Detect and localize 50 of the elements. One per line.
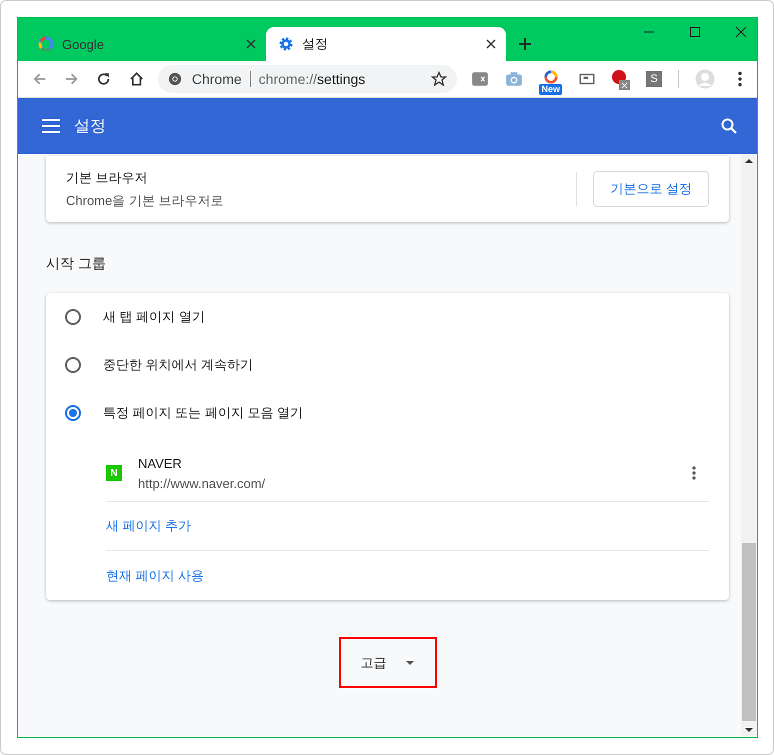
setting-title: 기본 브라우저: [66, 168, 149, 186]
radio-label: 특정 페이지 또는 페이지 모음 열기: [103, 404, 304, 422]
text-link[interactable]: 현재 페이지 사용: [106, 566, 204, 584]
more-vert-icon[interactable]: [691, 465, 697, 481]
tab-title: 설정: [302, 35, 329, 53]
close-icon[interactable]: [246, 39, 256, 49]
back-arrow-icon[interactable]: [32, 71, 48, 87]
advanced-button[interactable]: 고급: [338, 637, 436, 688]
browser-tab[interactable]: Google: [26, 27, 266, 61]
radio-button[interactable]: [65, 405, 81, 421]
tab-title: Google: [62, 36, 105, 52]
page-title: 설정: [74, 116, 107, 136]
menu-icon[interactable]: [42, 119, 60, 133]
text-link[interactable]: 새 페이지 추가: [106, 517, 192, 535]
maximize-icon[interactable]: [689, 26, 701, 38]
radio-label: 중단한 위치에서 계속하기: [103, 356, 254, 374]
site-label: Chrome: [192, 71, 242, 87]
page-url: http://www.naver.com/: [138, 476, 266, 490]
search-icon[interactable]: [721, 118, 737, 134]
chrome-logo-icon: [168, 72, 182, 86]
site-favicon: N: [106, 465, 122, 481]
color-ring-icon[interactable]: [544, 70, 558, 84]
forward-arrow-icon[interactable]: [64, 71, 80, 87]
reload-icon[interactable]: [96, 71, 112, 87]
url-text: chrome://settings: [258, 71, 366, 87]
page-name: NAVER: [138, 456, 183, 470]
new-badge: New: [539, 84, 562, 94]
radio-button[interactable]: [65, 309, 81, 325]
new-tab-icon[interactable]: [518, 37, 532, 51]
close-icon[interactable]: [486, 39, 496, 49]
gear-icon: [278, 36, 294, 52]
radio-button[interactable]: [65, 357, 81, 373]
close-icon[interactable]: [735, 26, 747, 38]
scroll-up-icon[interactable]: [745, 158, 753, 164]
radio-label: 새 탭 페이지 열기: [103, 308, 205, 326]
scrollbar[interactable]: [741, 154, 757, 737]
setting-description: Chrome을 기본 브라우저로: [66, 192, 224, 210]
blocked-extension-icon[interactable]: [612, 70, 630, 88]
bookmark-star-icon[interactable]: [431, 71, 448, 87]
home-icon[interactable]: [128, 71, 144, 87]
extension-icon[interactable]: [471, 70, 490, 88]
google-logo-icon: [38, 36, 54, 52]
scroll-down-icon[interactable]: [745, 727, 753, 733]
browser-tab[interactable]: 설정: [266, 27, 506, 61]
caret-icon: [404, 660, 414, 666]
extension-button[interactable]: S: [646, 71, 662, 87]
scroll-thumb[interactable]: [742, 543, 756, 721]
address-bar[interactable]: Chrome chrome://settings: [158, 65, 458, 93]
set-default-button[interactable]: 기본으로 설정: [593, 171, 709, 207]
section-heading: 시작 그룹: [46, 255, 107, 273]
